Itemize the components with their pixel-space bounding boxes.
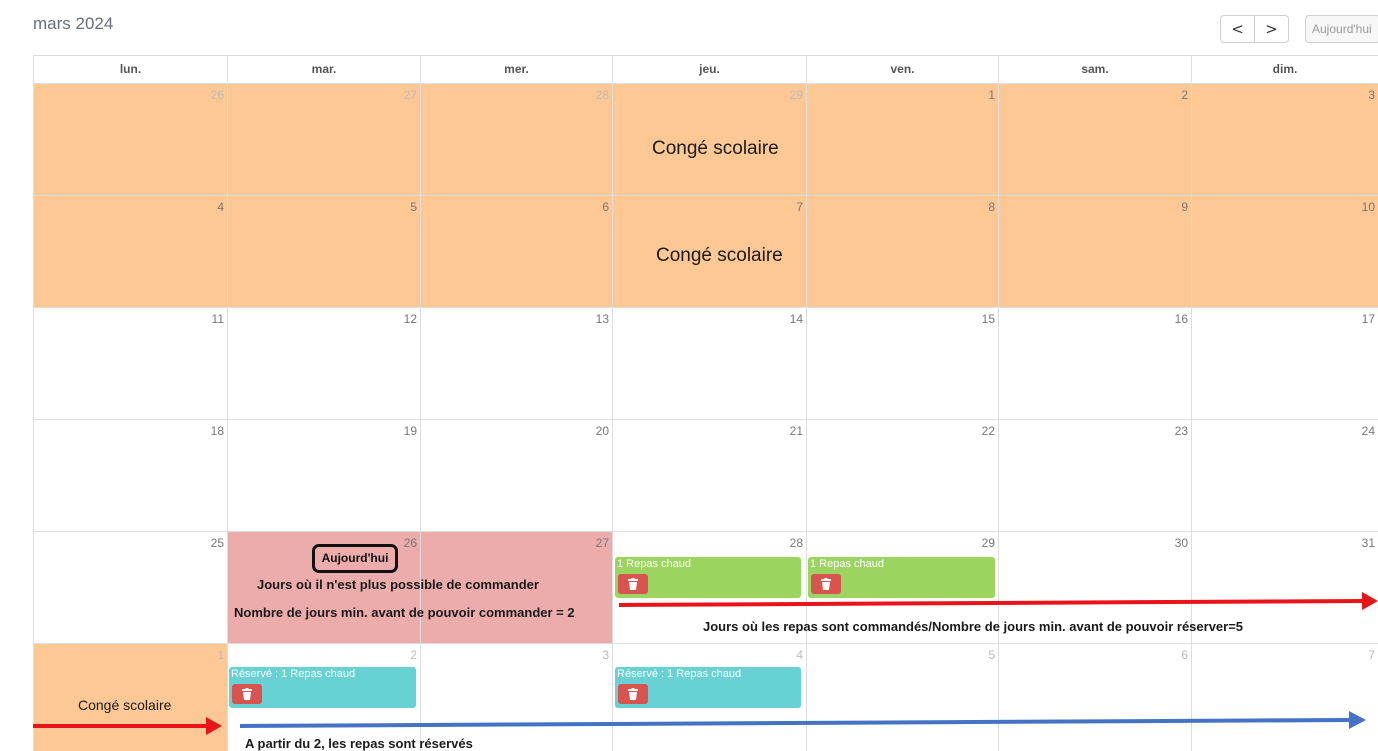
annotation-arrows — [33, 592, 1378, 735]
red-arrow-head — [206, 717, 222, 735]
red-arrow — [618, 599, 1365, 607]
blue-arrow-head — [1349, 711, 1366, 729]
red-arrow-head — [1362, 592, 1378, 610]
calendar-month-view: mars 2024 < > Aujourd'hui lun. mar. mer.… — [0, 0, 1378, 751]
blue-arrow — [239, 718, 1352, 728]
